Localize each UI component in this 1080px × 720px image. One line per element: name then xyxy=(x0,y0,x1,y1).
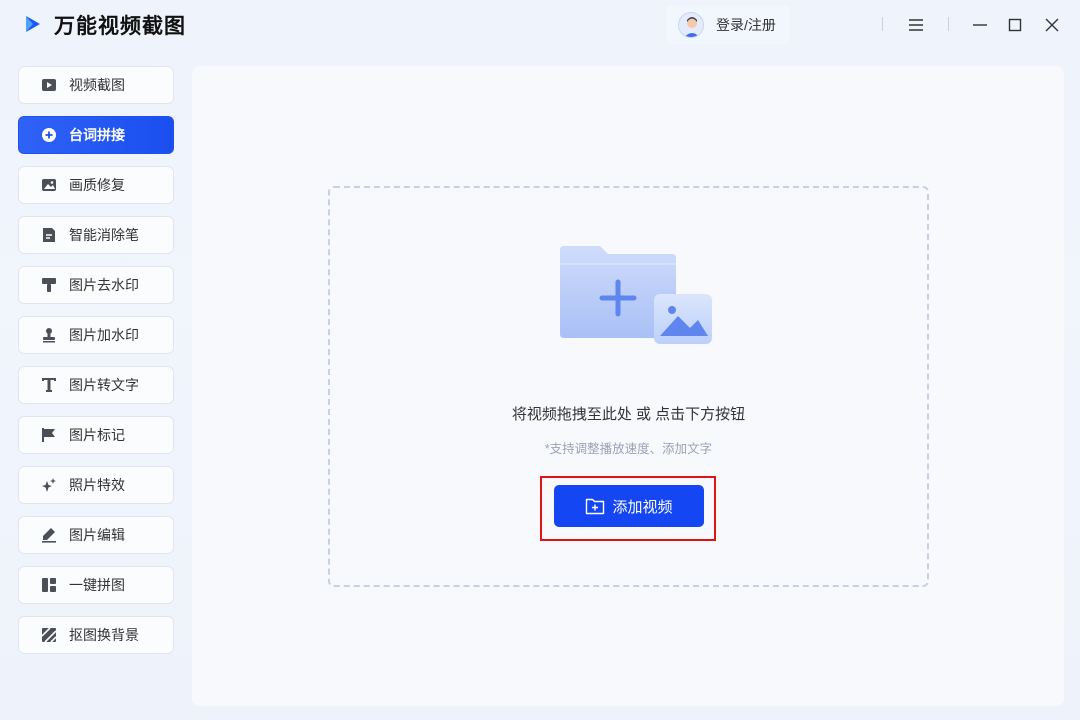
title-bar: 万能视频截图 登录/注册 xyxy=(0,0,1080,52)
sidebar-item-cutout-background[interactable]: 抠图换背景 xyxy=(18,616,174,654)
drop-hint-text: 将视频拖拽至此处 或 点击下方按钮 xyxy=(511,406,746,423)
edit-icon xyxy=(41,527,57,543)
image-icon xyxy=(41,177,57,193)
sidebar: 视频截图 台词拼接 画质修复 智能消除笔 图片去水印 图片加水印 图片转文字 图… xyxy=(18,66,174,666)
minimize-button[interactable] xyxy=(964,10,996,40)
add-video-button[interactable]: 添加视频 xyxy=(554,485,704,527)
stripes-icon xyxy=(41,627,57,643)
brush-icon xyxy=(41,277,57,293)
sparkle-icon xyxy=(41,477,57,493)
sidebar-item-label: 台词拼接 xyxy=(69,127,125,143)
sidebar-item-label: 图片标记 xyxy=(69,427,125,443)
sidebar-item-image-mark[interactable]: 图片标记 xyxy=(18,416,174,454)
sidebar-item-label: 视频截图 xyxy=(69,77,125,93)
text-icon xyxy=(41,377,57,393)
sidebar-item-remove-watermark[interactable]: 图片去水印 xyxy=(18,266,174,304)
maximize-icon xyxy=(1008,18,1022,32)
sidebar-item-video-screenshot[interactable]: 视频截图 xyxy=(18,66,174,104)
sidebar-item-quality-repair[interactable]: 画质修复 xyxy=(18,166,174,204)
sidebar-item-label: 智能消除笔 xyxy=(69,227,139,243)
sidebar-item-one-click-collage[interactable]: 一键拼图 xyxy=(18,566,174,604)
app-logo-icon xyxy=(26,16,40,32)
close-button[interactable] xyxy=(1036,10,1068,40)
collage-icon xyxy=(41,577,57,593)
sidebar-item-label: 图片去水印 xyxy=(69,277,139,293)
sidebar-item-label: 画质修复 xyxy=(69,177,125,193)
sidebar-item-add-watermark[interactable]: 图片加水印 xyxy=(18,316,174,354)
sidebar-item-smart-eraser[interactable]: 智能消除笔 xyxy=(18,216,174,254)
folder-plus-icon xyxy=(585,497,605,515)
user-avatar-icon xyxy=(678,12,704,38)
sidebar-item-image-edit[interactable]: 图片编辑 xyxy=(18,516,174,554)
sidebar-item-dialogue-stitch[interactable]: 台词拼接 xyxy=(18,116,174,154)
sidebar-item-label: 照片特效 xyxy=(69,477,125,493)
add-video-label: 添加视频 xyxy=(612,498,673,516)
sidebar-item-label: 一键拼图 xyxy=(69,577,125,593)
main-panel: 将视频拖拽至此处 或 点击下方按钮 *支持调整播放速度、添加文字 添加视频 xyxy=(192,66,1064,706)
document-icon xyxy=(41,227,57,243)
close-icon xyxy=(1045,18,1059,32)
menu-icon xyxy=(909,19,923,31)
plus-circle-icon xyxy=(41,127,57,143)
stamp-icon xyxy=(41,327,57,343)
sidebar-item-photo-effects[interactable]: 照片特效 xyxy=(18,466,174,504)
flag-icon xyxy=(41,427,57,443)
app-title: 万能视频截图 xyxy=(54,15,186,38)
divider xyxy=(882,17,883,31)
login-button[interactable]: 登录/注册 xyxy=(666,6,790,44)
sidebar-item-label: 图片编辑 xyxy=(69,527,125,543)
sidebar-item-label: 抠图换背景 xyxy=(69,627,139,643)
video-drop-zone[interactable]: 将视频拖拽至此处 或 点击下方按钮 *支持调整播放速度、添加文字 添加视频 xyxy=(328,186,929,587)
sidebar-item-label: 图片加水印 xyxy=(69,327,139,343)
maximize-button[interactable] xyxy=(999,10,1031,40)
menu-button[interactable] xyxy=(900,10,932,40)
sidebar-item-label: 图片转文字 xyxy=(69,377,139,393)
video-icon xyxy=(41,77,57,93)
folder-image-illustration-icon xyxy=(450,246,810,358)
drop-subtext: *支持调整播放速度、添加文字 xyxy=(544,442,713,456)
minimize-icon xyxy=(973,24,987,26)
sidebar-item-image-to-text[interactable]: 图片转文字 xyxy=(18,366,174,404)
login-label: 登录/注册 xyxy=(716,17,776,33)
divider xyxy=(948,17,949,31)
